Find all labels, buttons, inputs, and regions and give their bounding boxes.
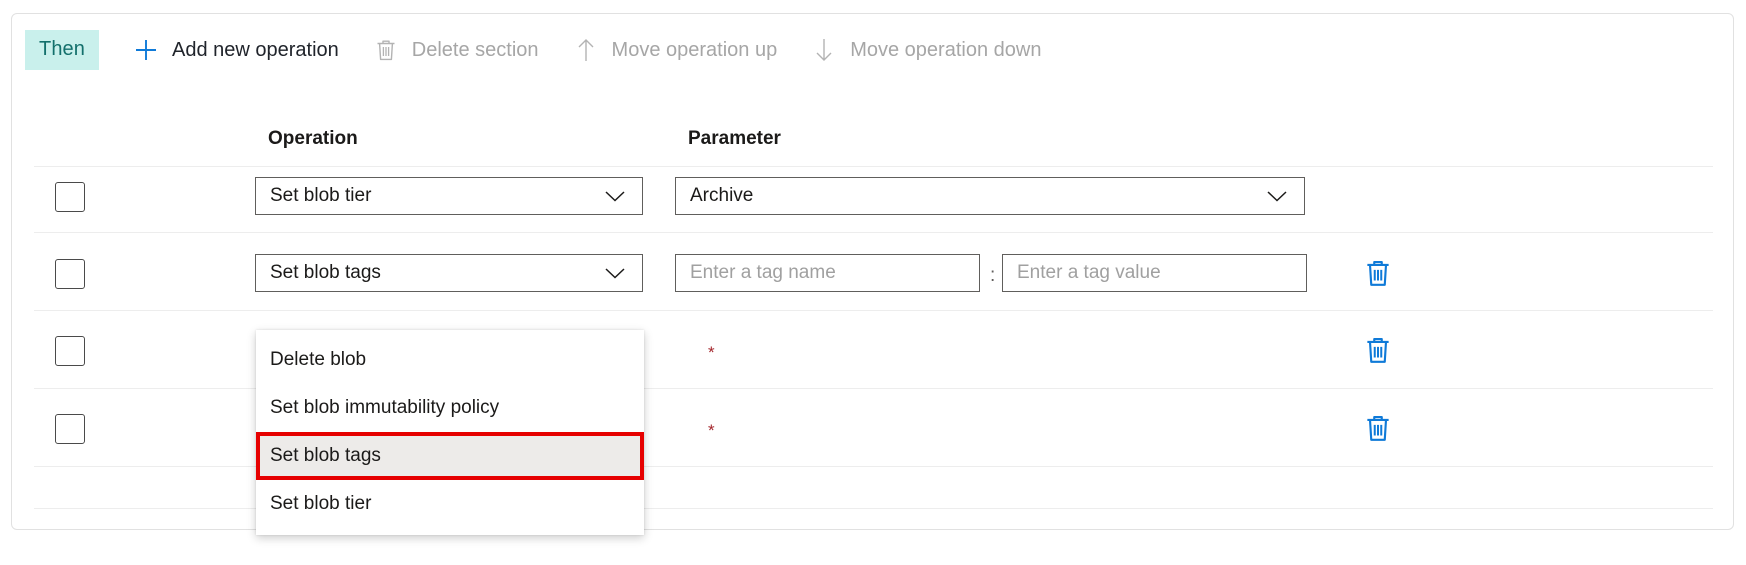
delete-row-button[interactable] bbox=[1362, 334, 1394, 366]
delete-row-button[interactable] bbox=[1362, 412, 1394, 444]
required-asterisk: * bbox=[708, 421, 715, 440]
arrow-down-icon bbox=[811, 37, 837, 63]
delete-section-label: Delete section bbox=[411, 38, 539, 61]
section-toolbar: Then Add new operation Delete section Mo… bbox=[12, 28, 1051, 72]
tag-separator: : bbox=[990, 265, 996, 286]
dropdown-option-label: Set blob tags bbox=[270, 445, 381, 466]
operation-combobox[interactable]: Set blob tier bbox=[255, 177, 643, 215]
tag-name-placeholder: Enter a tag name bbox=[690, 262, 836, 283]
move-operation-down-button[interactable]: Move operation down bbox=[801, 28, 1051, 72]
chevron-down-icon bbox=[604, 185, 626, 207]
dropdown-option-set-blob-immutability-policy[interactable]: Set blob immutability policy bbox=[256, 384, 644, 432]
arrow-up-icon bbox=[573, 37, 599, 63]
dropdown-option-set-blob-tags[interactable]: Set blob tags bbox=[256, 432, 644, 480]
then-badge: Then bbox=[25, 30, 99, 70]
add-new-operation-button[interactable]: Add new operation bbox=[123, 28, 349, 72]
tag-value-input[interactable]: Enter a tag value bbox=[1002, 254, 1307, 292]
table-row: Set blob tier * Archive bbox=[12, 154, 1733, 232]
move-operation-up-label: Move operation up bbox=[611, 38, 778, 61]
dropdown-option-set-blob-tier[interactable]: Set blob tier bbox=[256, 480, 644, 528]
delete-row-button[interactable] bbox=[1362, 257, 1394, 289]
row-select-checkbox[interactable] bbox=[55, 182, 85, 212]
parameter-combobox-value: Archive bbox=[690, 185, 754, 206]
storage-lifecycle-rule-editor: Then Add new operation Delete section Mo… bbox=[0, 0, 1746, 565]
trash-icon bbox=[373, 37, 399, 63]
tag-name-input[interactable]: Enter a tag name bbox=[675, 254, 980, 292]
delete-section-button[interactable]: Delete section bbox=[363, 28, 549, 72]
operation-combobox[interactable]: Set blob tags bbox=[255, 254, 643, 292]
dropdown-option-label: Set blob tier bbox=[270, 493, 372, 514]
operation-combobox-value: Set blob tags bbox=[270, 262, 381, 283]
move-operation-down-label: Move operation down bbox=[850, 38, 1042, 61]
chevron-down-icon bbox=[604, 262, 626, 284]
row-select-checkbox[interactable] bbox=[55, 259, 85, 289]
row-select-checkbox[interactable] bbox=[55, 336, 85, 366]
move-operation-up-button[interactable]: Move operation up bbox=[563, 28, 788, 72]
tag-value-placeholder: Enter a tag value bbox=[1017, 262, 1161, 283]
row-select-checkbox[interactable] bbox=[55, 414, 85, 444]
dropdown-option-label: Set blob immutability policy bbox=[270, 397, 500, 418]
operation-dropdown-list[interactable]: Delete blob Set blob immutability policy… bbox=[256, 330, 644, 535]
chevron-down-icon bbox=[1266, 185, 1288, 207]
plus-icon bbox=[133, 37, 159, 63]
dropdown-option-delete-blob[interactable]: Delete blob bbox=[256, 336, 644, 384]
required-asterisk: * bbox=[708, 343, 715, 362]
parameter-combobox[interactable]: Archive bbox=[675, 177, 1305, 215]
dropdown-option-label: Delete blob bbox=[270, 349, 367, 370]
add-new-operation-label: Add new operation bbox=[172, 38, 339, 61]
operation-combobox-value: Set blob tier bbox=[270, 185, 372, 206]
column-header-operation: Operation bbox=[268, 128, 358, 149]
column-header-parameter: Parameter bbox=[688, 128, 781, 149]
table-row: Set blob tags * Enter a tag name : Enter… bbox=[12, 232, 1733, 310]
